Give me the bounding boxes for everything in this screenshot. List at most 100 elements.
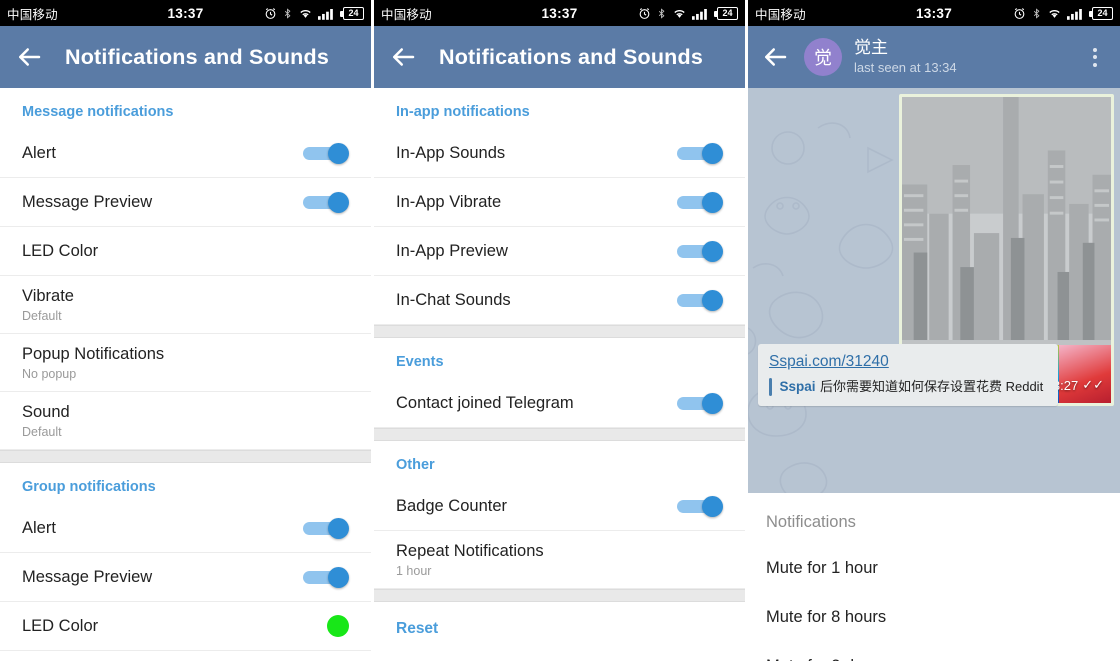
toggle-group-message-preview[interactable] [303, 567, 349, 588]
link-site-name: Sspai [779, 379, 816, 394]
toggle-badge-counter[interactable] [677, 496, 723, 517]
battery-icon: 24 [1089, 6, 1113, 20]
toggle-in-app-sounds[interactable] [677, 143, 723, 164]
row-label: Badge Counter [396, 496, 507, 515]
setting-row-badge-counter[interactable]: Badge Counter [374, 482, 745, 531]
row-label: In-App Vibrate [396, 192, 502, 211]
three-panel-screenshot: 中国移动 13:37 24 Notifications and Sounds M… [0, 0, 1120, 661]
bluetooth-icon [282, 7, 293, 20]
toggle-in-app-vibrate[interactable] [677, 192, 723, 213]
app-bar: Notifications and Sounds [374, 26, 745, 88]
row-label: Sound [22, 402, 70, 421]
chat-app-bar: 觉 觉主 last seen at 13:34 [748, 26, 1120, 88]
signal-icon [318, 7, 336, 20]
read-receipt-icon: ✓✓ [1082, 377, 1104, 392]
more-options-icon[interactable] [1082, 40, 1108, 74]
toggle-contact-joined[interactable] [677, 393, 723, 414]
status-icons: 24 [638, 6, 738, 20]
section-divider [374, 589, 745, 602]
notifications-dialog: Notifications Mute for 1 hour Mute for 8… [748, 493, 1120, 661]
setting-row-in-app-vibrate[interactable]: In-App Vibrate [374, 178, 745, 227]
panel-notifications-settings-top: 中国移动 13:37 24 Notifications and Sounds M… [0, 0, 371, 661]
setting-row-popup-notifications[interactable]: Popup Notifications No popup [0, 334, 371, 392]
setting-row-group-alert[interactable]: Alert [0, 504, 371, 553]
section-header-group-notifications: Group notifications [22, 479, 156, 495]
toggle-in-app-preview[interactable] [677, 241, 723, 262]
section-divider [0, 450, 371, 463]
alarm-icon [1013, 7, 1026, 20]
row-subtitle: Default [22, 425, 62, 440]
bluetooth-icon [656, 7, 667, 20]
back-arrow-icon[interactable] [388, 42, 418, 72]
settings-list-1: Message notifications Alert Message Prev… [0, 88, 371, 651]
row-subtitle: Default [22, 309, 62, 324]
setting-row-group-led-color[interactable]: LED Color [0, 602, 371, 651]
wifi-icon [1047, 7, 1062, 20]
section-header-events: Events [396, 354, 444, 370]
wifi-icon [672, 7, 687, 20]
setting-row-repeat-notifications[interactable]: Repeat Notifications 1 hour [374, 531, 745, 589]
led-color-swatch[interactable] [327, 615, 349, 637]
back-arrow-icon[interactable] [14, 42, 44, 72]
dialog-item-mute-1-hour[interactable]: Mute for 1 hour [766, 544, 1102, 593]
row-label: Alert [22, 143, 56, 162]
setting-row-group-message-preview[interactable]: Message Preview [0, 553, 371, 602]
link-accent-bar [769, 378, 772, 396]
wifi-icon [298, 7, 313, 20]
panel-notifications-settings-bottom: 中国移动 13:37 24 Notifications and Sounds I… [374, 0, 745, 661]
setting-row-contact-joined-telegram[interactable]: Contact joined Telegram [374, 379, 745, 428]
row-label: LED Color [22, 241, 99, 260]
dialog-title: Notifications [766, 513, 856, 531]
signal-icon [692, 7, 710, 20]
toggle-message-preview[interactable] [303, 192, 349, 213]
row-label: Repeat Notifications [396, 541, 544, 560]
thumbnail-4 [1058, 345, 1111, 403]
row-subtitle: No popup [22, 367, 77, 382]
alarm-icon [638, 7, 651, 20]
toggle-in-chat-sounds[interactable] [677, 290, 723, 311]
contact-name: 觉主 [854, 38, 888, 58]
reset-button[interactable]: Reset [374, 602, 745, 648]
setting-row-in-chat-sounds[interactable]: In-Chat Sounds [374, 276, 745, 325]
link-url[interactable]: Sspai.com/31240 [769, 353, 1047, 371]
settings-list-2: In-app notifications In-App Sounds In-Ap… [374, 88, 745, 648]
chat-message-area: 13:27 ✓✓ Sspai.com/31240 Sspai 后你需要知道如何保… [748, 88, 1120, 661]
setting-row-sound[interactable]: Sound Default [0, 392, 371, 450]
row-label: Message Preview [22, 192, 153, 211]
setting-row-alert[interactable]: Alert [0, 129, 371, 178]
section-header-in-app-notifications: In-app notifications [396, 104, 530, 120]
avatar[interactable]: 觉 [804, 38, 842, 76]
battery-icon: 24 [340, 6, 364, 20]
toggle-group-alert[interactable] [303, 518, 349, 539]
row-label: In-Chat Sounds [396, 290, 511, 309]
alarm-icon [264, 7, 277, 20]
back-arrow-icon[interactable] [760, 42, 790, 72]
setting-row-in-app-sounds[interactable]: In-App Sounds [374, 129, 745, 178]
section-header-message-notifications: Message notifications [22, 104, 174, 120]
row-subtitle: 1 hour [396, 564, 432, 579]
row-label: Alert [22, 518, 56, 537]
link-description: 后你需要知道如何保存设置花费 Reddit [819, 379, 1044, 394]
status-icons: 24 [1013, 6, 1113, 20]
dialog-item-mute-2-days[interactable]: Mute for 2 days [766, 642, 1102, 661]
page-title: Notifications and Sounds [439, 44, 703, 69]
section-header-other: Other [396, 457, 435, 473]
setting-row-in-app-preview[interactable]: In-App Preview [374, 227, 745, 276]
app-bar: Notifications and Sounds [0, 26, 371, 88]
row-label: LED Color [22, 616, 99, 635]
status-bar: 中国移动 13:37 24 [748, 0, 1120, 26]
toggle-alert[interactable] [303, 143, 349, 164]
link-preview-message[interactable]: Sspai.com/31240 Sspai 后你需要知道如何保存设置花费 Red… [758, 344, 1058, 406]
signal-icon [1067, 7, 1085, 20]
status-bar: 中国移动 13:37 24 [0, 0, 371, 26]
page-title: Notifications and Sounds [65, 44, 329, 69]
row-label: Popup Notifications [22, 344, 165, 363]
row-label: In-App Sounds [396, 143, 506, 162]
setting-row-led-color[interactable]: LED Color [0, 227, 371, 276]
status-icons: 24 [264, 6, 364, 20]
row-label: Vibrate [22, 286, 74, 305]
status-bar: 中国移动 13:37 24 [374, 0, 745, 26]
setting-row-message-preview[interactable]: Message Preview [0, 178, 371, 227]
dialog-item-mute-8-hours[interactable]: Mute for 8 hours [766, 593, 1102, 642]
setting-row-vibrate[interactable]: Vibrate Default [0, 276, 371, 334]
